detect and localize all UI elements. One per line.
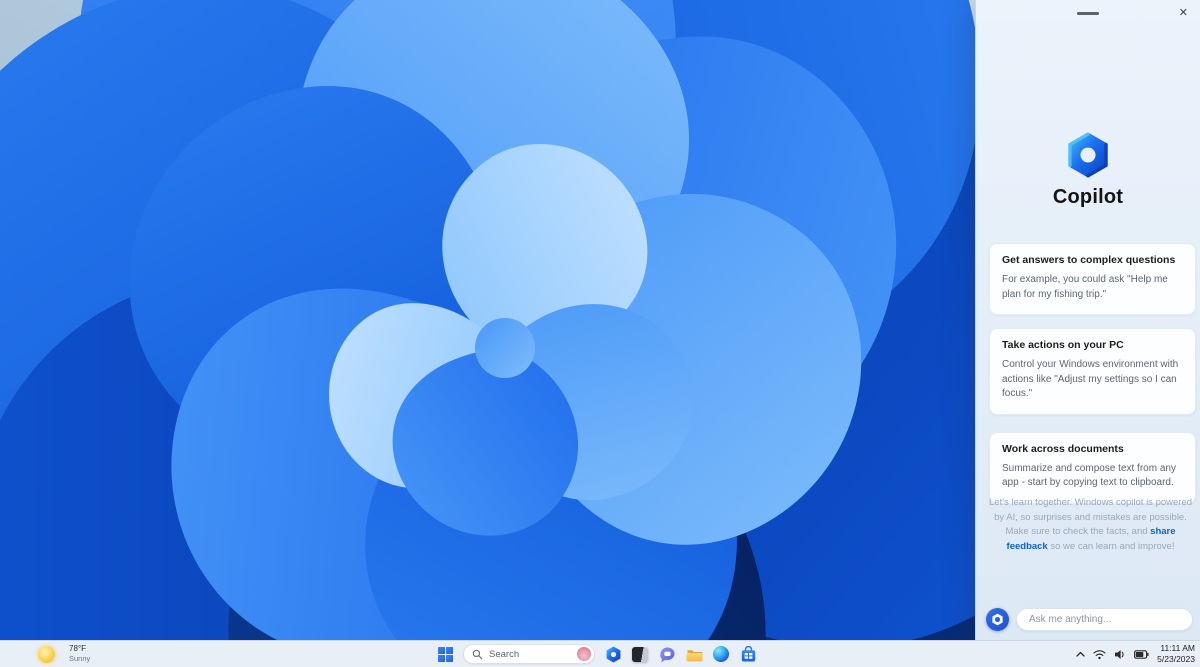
search-highlight-image-icon <box>577 647 591 661</box>
edge-icon[interactable] <box>713 646 730 663</box>
card-work-documents[interactable]: Work across documents Summarize and comp… <box>989 431 1196 504</box>
copilot-panel: ✕ Copilot Get answers to complex questio… <box>975 0 1200 640</box>
copilot-logo-icon <box>1064 131 1112 179</box>
card-take-actions[interactable]: Take actions on your PC Control your Win… <box>989 328 1196 415</box>
volume-icon[interactable] <box>1114 649 1126 660</box>
search-icon <box>472 649 483 659</box>
card-body: Summarize and compose text from any app … <box>1002 462 1176 489</box>
copilot-avatar-icon <box>986 608 1009 631</box>
battery-icon[interactable] <box>1134 649 1149 659</box>
card-body: For example, you could ask "Help me plan… <box>1002 274 1168 300</box>
start-button[interactable] <box>438 646 453 662</box>
app-window-icon[interactable] <box>632 646 649 663</box>
search-label: Search <box>489 648 520 660</box>
card-title: Take actions on your PC <box>1002 339 1124 351</box>
clock[interactable]: 11:11 AM 5/23/2023 <box>1157 643 1195 665</box>
copilot-input-row <box>986 608 1193 631</box>
clock-time: 11:11 AM <box>1160 642 1195 653</box>
weather-widget[interactable]: 78°F Sunny <box>38 641 90 667</box>
taskbar: 78°F Sunny Search 11:11 AM 5/23/2023 <box>0 640 1200 667</box>
windows-desktop-screen: ✕ Copilot Get answers to complex questio… <box>0 0 1200 667</box>
chevron-up-icon[interactable] <box>1076 651 1085 658</box>
file-explorer-icon[interactable] <box>686 646 703 663</box>
chat-icon[interactable] <box>659 646 676 663</box>
taskbar-center: Search <box>438 641 757 667</box>
disclaimer-text: so we can learn and improve! <box>1047 541 1175 553</box>
sun-icon <box>38 645 55 663</box>
weather-text: 78°F Sunny <box>69 644 90 663</box>
search-box[interactable]: Search <box>463 644 595 664</box>
copilot-title: Copilot <box>1052 186 1124 208</box>
ask-me-anything-input[interactable] <box>1016 608 1193 631</box>
windows-bloom-graphic <box>0 0 975 640</box>
wifi-icon[interactable] <box>1093 649 1106 660</box>
ai-disclaimer: Let's learn together. Windows copilot is… <box>989 496 1192 555</box>
card-title: Get answers to complex questions <box>1002 254 1176 266</box>
desktop-wallpaper[interactable] <box>0 0 975 640</box>
card-complex-questions[interactable]: Get answers to complex questions For exa… <box>989 243 1196 315</box>
weather-temperature: 78°F <box>69 644 86 654</box>
minimize-handle-icon[interactable] <box>1077 12 1099 15</box>
close-icon[interactable]: ✕ <box>1176 5 1191 22</box>
card-title: Work across documents <box>1002 442 1124 455</box>
card-body: Control your Windows environment with ac… <box>1002 359 1179 399</box>
copilot-taskbar-icon[interactable] <box>605 646 622 663</box>
store-icon[interactable] <box>740 645 757 663</box>
clock-date: 5/23/2023 <box>1157 654 1195 664</box>
suggestion-cards: Get answers to complex questions For exa… <box>989 243 1196 517</box>
weather-condition: Sunny <box>69 654 91 664</box>
system-tray: 11:11 AM 5/23/2023 <box>1076 641 1195 667</box>
